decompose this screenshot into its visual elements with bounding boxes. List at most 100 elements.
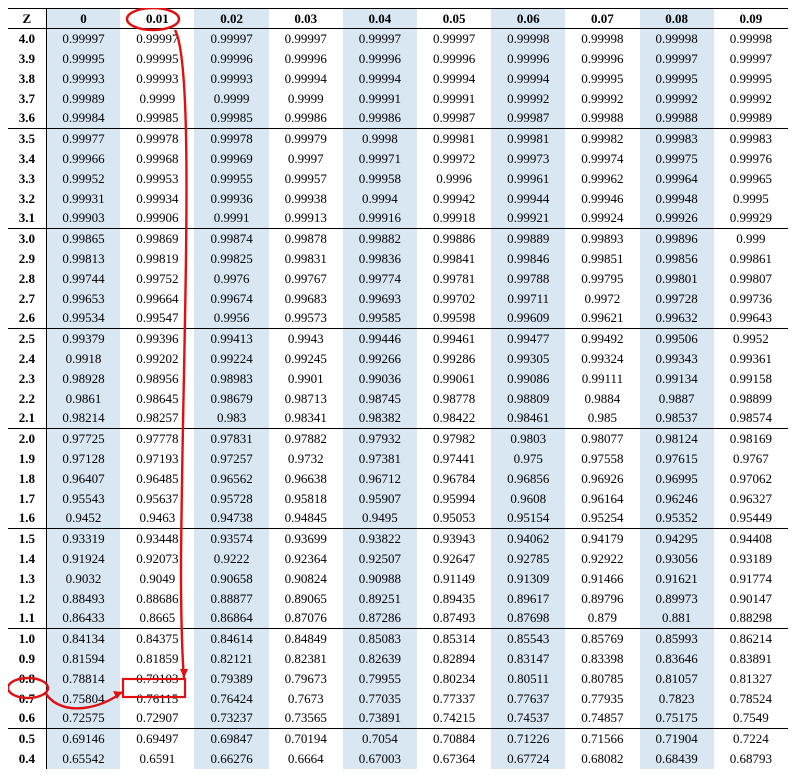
cell: 0.99994	[417, 69, 491, 89]
cell: 0.99996	[194, 49, 268, 69]
cell: 0.89796	[565, 589, 639, 609]
table-row: 2.80.997440.997520.99760.997670.997740.9…	[8, 269, 788, 289]
row-header: 1.7	[8, 489, 46, 509]
header-0.05: 0.05	[417, 9, 491, 29]
table-row: 3.90.999950.999950.999960.999960.999960.…	[8, 49, 788, 69]
cell: 0.99774	[343, 269, 417, 289]
cell: 0.879	[565, 609, 639, 629]
cell: 0.99893	[565, 229, 639, 249]
cell: 0.99158	[714, 369, 788, 389]
cell: 0.99896	[640, 229, 714, 249]
cell: 0.99807	[714, 269, 788, 289]
cell: 0.68793	[714, 749, 788, 769]
row-header: 1.6	[8, 509, 46, 529]
row-header: 2.8	[8, 269, 46, 289]
cell: 0.73565	[269, 709, 343, 729]
cell: 0.92922	[565, 549, 639, 569]
cell: 0.82894	[417, 649, 491, 669]
cell: 0.98713	[269, 389, 343, 409]
cell: 0.82121	[194, 649, 268, 669]
cell: 0.9049	[120, 569, 194, 589]
cell: 0.90988	[343, 569, 417, 589]
cell: 0.983	[194, 409, 268, 429]
cell: 0.80234	[417, 669, 491, 689]
table-row: 3.10.999030.999060.99910.999130.999160.9…	[8, 209, 788, 229]
cell: 0.83147	[491, 649, 565, 669]
cell: 0.99874	[194, 229, 268, 249]
row-header: 1.4	[8, 549, 46, 569]
table-row: 1.80.964070.964850.965620.966380.967120.…	[8, 469, 788, 489]
row-header: 0.7	[8, 689, 46, 709]
cell: 0.76424	[194, 689, 268, 709]
cell: 0.9952	[714, 329, 788, 349]
table-row: 2.60.995340.995470.99560.995730.995850.9…	[8, 309, 788, 329]
cell: 0.99993	[46, 69, 120, 89]
cell: 0.89973	[640, 589, 714, 609]
cell: 0.99929	[714, 209, 788, 229]
cell: 0.89435	[417, 589, 491, 609]
cell: 0.9463	[120, 509, 194, 529]
cell: 0.99869	[120, 229, 194, 249]
cell: 0.87493	[417, 609, 491, 629]
cell: 0.89617	[491, 589, 565, 609]
table-row: 2.40.99180.992020.992240.992450.992660.9…	[8, 349, 788, 369]
cell: 0.73891	[343, 709, 417, 729]
cell: 0.97062	[714, 469, 788, 489]
cell: 0.99825	[194, 249, 268, 269]
cell: 0.98461	[491, 409, 565, 429]
cell: 0.9998	[343, 129, 417, 149]
cell: 0.99952	[46, 169, 120, 189]
cell: 0.97615	[640, 449, 714, 469]
cell: 0.99946	[565, 189, 639, 209]
cell: 0.77035	[343, 689, 417, 709]
cell: 0.99266	[343, 349, 417, 369]
cell: 0.99889	[491, 229, 565, 249]
table-row: 2.70.996530.996640.996740.996830.996930.…	[8, 289, 788, 309]
cell: 0.97982	[417, 429, 491, 449]
cell: 0.67364	[417, 749, 491, 769]
cell: 0.69146	[46, 729, 120, 749]
cell: 0.99598	[417, 309, 491, 329]
cell: 0.92364	[269, 549, 343, 569]
cell: 0.99996	[417, 49, 491, 69]
cell: 0.99971	[343, 149, 417, 169]
cell: 0.98169	[714, 429, 788, 449]
cell: 0.95637	[120, 489, 194, 509]
cell: 0.99996	[269, 49, 343, 69]
cell: 0.95154	[491, 509, 565, 529]
cell: 0.99961	[491, 169, 565, 189]
cell: 0.95352	[640, 509, 714, 529]
cell: 0.90824	[269, 569, 343, 589]
cell: 0.99926	[640, 209, 714, 229]
cell: 0.99995	[714, 69, 788, 89]
row-header: 3.1	[8, 209, 46, 229]
row-header: 1.9	[8, 449, 46, 469]
cell: 0.99324	[565, 349, 639, 369]
cell: 0.99964	[640, 169, 714, 189]
cell: 0.9994	[343, 189, 417, 209]
cell: 0.96784	[417, 469, 491, 489]
cell: 0.99534	[46, 309, 120, 329]
cell: 0.93822	[343, 529, 417, 549]
cell: 0.99982	[565, 129, 639, 149]
cell: 0.99924	[565, 209, 639, 229]
cell: 0.99819	[120, 249, 194, 269]
table-row: 4.00.999970.999970.999970.999970.999970.…	[8, 29, 788, 49]
cell: 0.9956	[194, 309, 268, 329]
row-header: 0.9	[8, 649, 46, 669]
cell: 0.99995	[565, 69, 639, 89]
cell: 0.97193	[120, 449, 194, 469]
table-row: 0.50.691460.694970.698470.701940.70540.7…	[8, 729, 788, 749]
cell: 0.99413	[194, 329, 268, 349]
cell: 0.99851	[565, 249, 639, 269]
row-header: 2.1	[8, 409, 46, 429]
cell: 0.99865	[46, 229, 120, 249]
cell: 0.74537	[491, 709, 565, 729]
row-header: 0.4	[8, 749, 46, 769]
cell: 0.9997	[269, 149, 343, 169]
cell: 0.99795	[565, 269, 639, 289]
cell: 0.86214	[714, 629, 788, 649]
cell: 0.86864	[194, 609, 268, 629]
cell: 0.9803	[491, 429, 565, 449]
cell: 0.85769	[565, 629, 639, 649]
